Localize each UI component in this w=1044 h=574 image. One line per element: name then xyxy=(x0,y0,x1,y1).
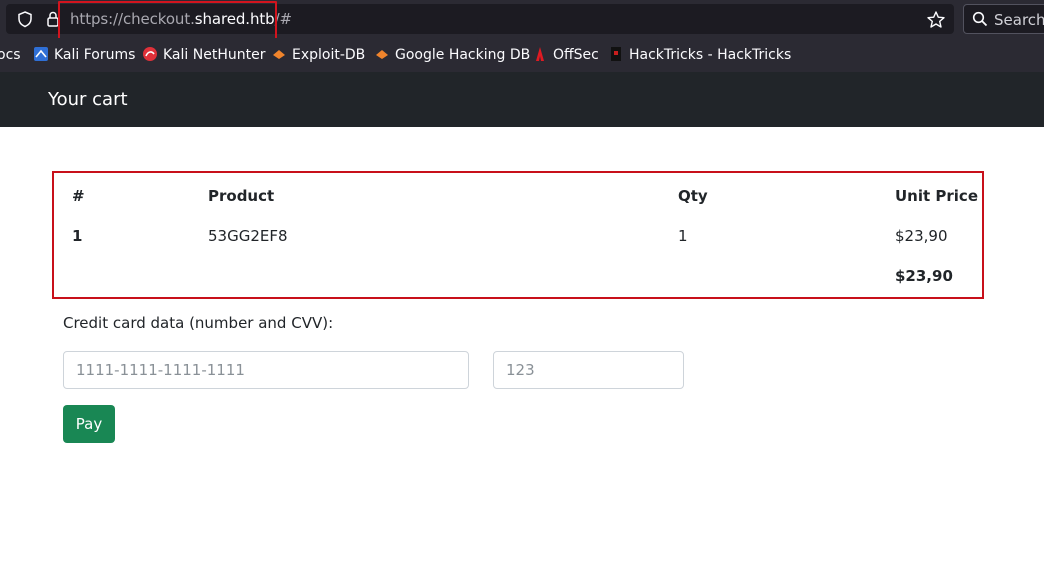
shield-icon[interactable] xyxy=(16,10,34,28)
bookmark-kali-forums[interactable]: Kali Forums xyxy=(33,46,135,64)
bookmark-exploit-db[interactable]: Exploit-DB xyxy=(271,46,365,64)
row-unit-price: $23,90 xyxy=(895,227,948,245)
kali-nethunter-icon xyxy=(143,47,157,61)
exploit-db-icon xyxy=(273,50,285,59)
url-highlight-annotation xyxy=(58,1,277,40)
bookmarks-toolbar: ocs Kali Forums Kali NetHunter Exploit-D… xyxy=(0,38,1044,72)
row-qty: 1 xyxy=(678,227,688,245)
navbar: Your cart xyxy=(0,72,1044,127)
bookmark-docs[interactable]: ocs xyxy=(0,46,21,64)
header-num: # xyxy=(72,187,85,205)
bookmark-star-icon[interactable] xyxy=(926,10,946,30)
bookmark-kali-nethunter[interactable]: Kali NetHunter xyxy=(142,46,265,64)
bookmark-google-hacking-db[interactable]: Google Hacking DB xyxy=(374,46,530,64)
kali-forums-icon xyxy=(34,47,48,61)
row-num: 1 xyxy=(72,227,83,245)
search-box[interactable]: Search xyxy=(963,4,1044,34)
navbar-brand[interactable]: Your cart xyxy=(48,89,128,110)
bookmark-label: OffSec xyxy=(553,47,599,63)
bookmark-label: Google Hacking DB xyxy=(395,47,531,63)
credit-card-label: Credit card data (number and CVV): xyxy=(63,314,334,332)
search-icon xyxy=(972,11,988,27)
ghdb-icon xyxy=(376,50,388,59)
url-path: /# xyxy=(274,10,293,28)
offsec-icon xyxy=(536,47,544,61)
browser-toolbar: https://checkout.shared.htb/# Search xyxy=(0,0,1044,40)
cvv-input[interactable] xyxy=(493,351,684,389)
bookmark-label: Kali Forums xyxy=(54,47,136,63)
header-qty: Qty xyxy=(678,187,708,205)
bookmark-label: ocs xyxy=(0,47,21,63)
pay-button[interactable]: Pay xyxy=(63,405,115,443)
cart-total: $23,90 xyxy=(895,267,953,285)
bookmark-hacktricks[interactable]: HackTricks - HackTricks xyxy=(608,46,791,64)
bookmark-label: Kali NetHunter xyxy=(163,47,266,63)
header-unit-price: Unit Price xyxy=(895,187,978,205)
card-number-input[interactable] xyxy=(63,351,469,389)
search-label: Search xyxy=(994,11,1044,29)
bookmark-label: HackTricks - HackTricks xyxy=(629,47,792,63)
bookmark-label: Exploit-DB xyxy=(292,47,366,63)
cart-table: # Product Qty Unit Price 1 53GG2EF8 1 $2… xyxy=(52,171,984,299)
row-product: 53GG2EF8 xyxy=(208,227,288,245)
bookmark-offsec[interactable]: OffSec xyxy=(532,46,599,64)
header-product: Product xyxy=(208,187,275,205)
hacktricks-icon xyxy=(611,47,621,61)
